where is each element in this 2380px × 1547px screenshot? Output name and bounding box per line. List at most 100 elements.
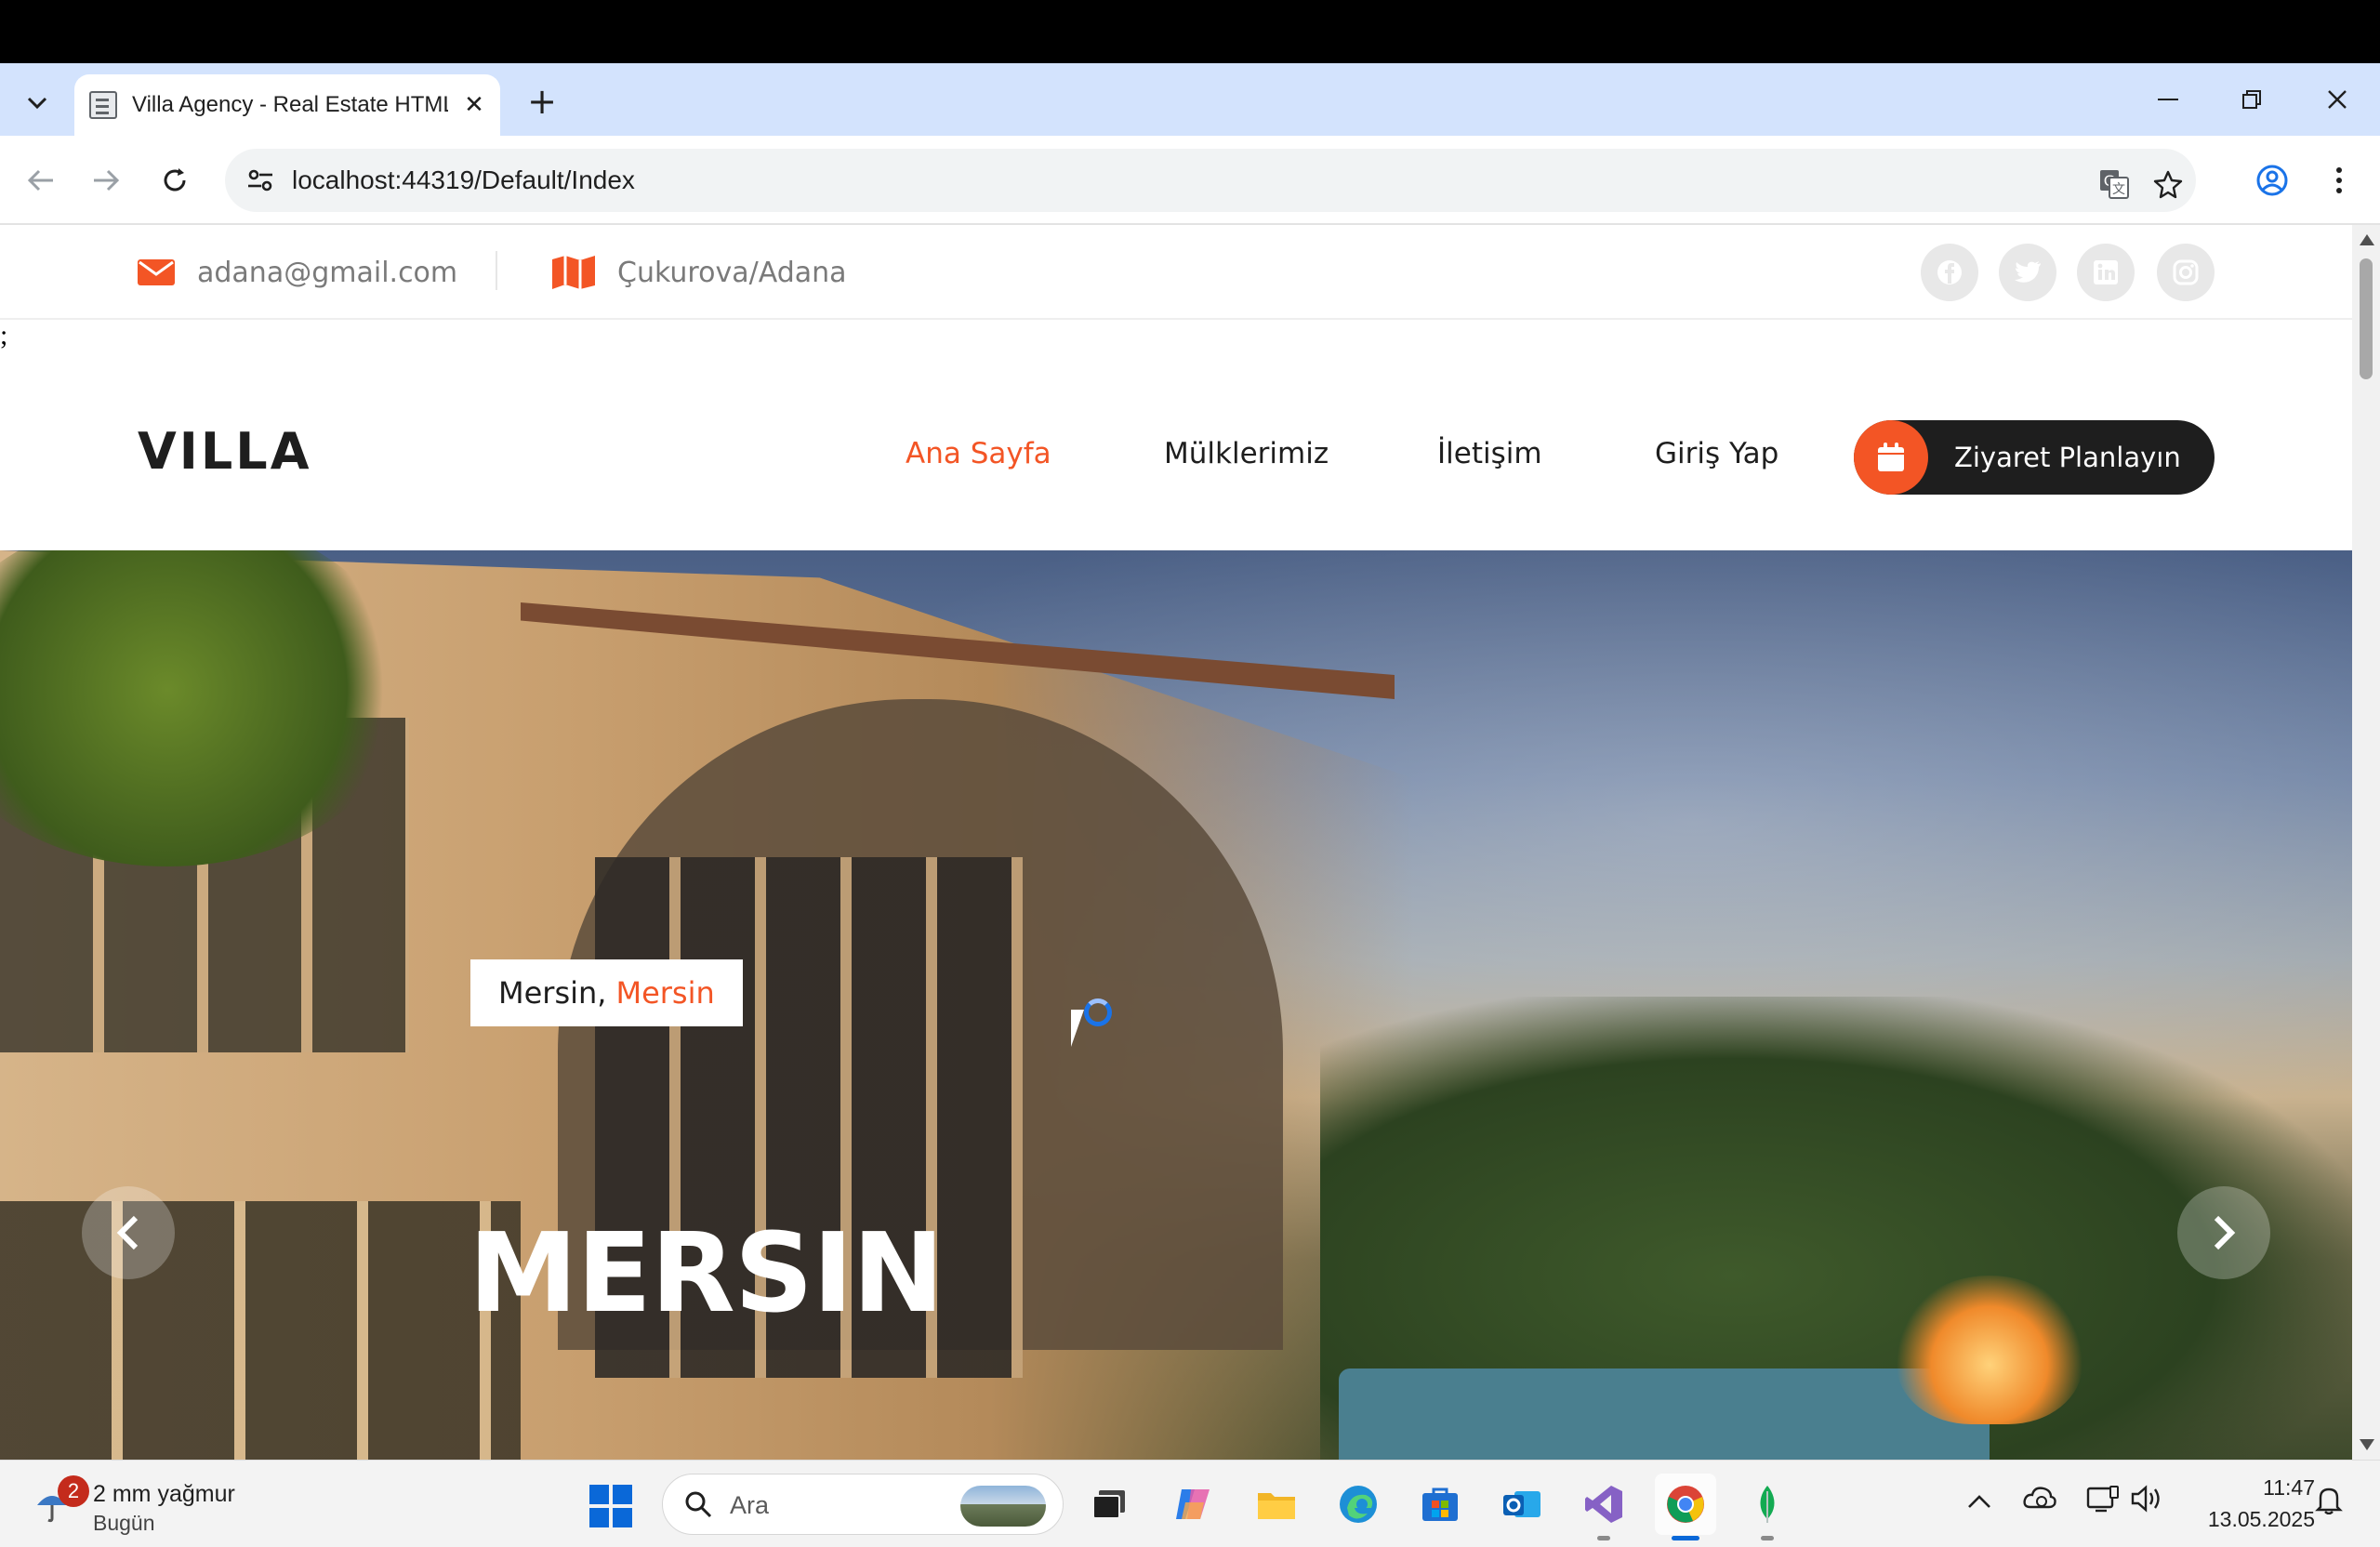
nav-login[interactable]: Giriş Yap: [1655, 437, 1778, 470]
visual-studio-icon: [1585, 1486, 1622, 1523]
weather-main: 2 mm yağmur: [93, 1481, 235, 1507]
chrome-icon: [1667, 1486, 1704, 1523]
scroll-down-icon[interactable]: [2360, 1439, 2374, 1450]
contact-email-text: adana@gmail.com: [197, 256, 458, 289]
bookmark-star-icon[interactable]: [2149, 165, 2187, 203]
search-highlight-image: [960, 1486, 1046, 1527]
schedule-visit-label: Ziyaret Planlayın: [1954, 442, 2181, 473]
map-icon: [552, 256, 595, 289]
page-favicon-icon: [89, 91, 117, 119]
menu-button[interactable]: [2315, 156, 2363, 205]
site-info-icon[interactable]: [244, 164, 277, 197]
folder-icon: [1258, 1493, 1295, 1519]
cloud-sync-icon[interactable]: [2023, 1485, 2056, 1517]
visual-studio-app[interactable]: [1573, 1474, 1634, 1540]
profile-icon: [2256, 165, 2288, 196]
reload-button[interactable]: [151, 156, 199, 205]
reload-icon: [164, 168, 186, 192]
scrollbar-thumb[interactable]: [2360, 258, 2373, 379]
outlook-icon: [1503, 1491, 1540, 1517]
clock-date: 13.05.2025: [2207, 1507, 2315, 1531]
close-icon: [2328, 90, 2347, 109]
slider-next-button[interactable]: [2177, 1186, 2270, 1279]
hero-badge-accent: Mersin: [615, 975, 715, 1011]
calendar-icon: [1854, 420, 1928, 495]
search-icon: [685, 1491, 712, 1518]
taskbar-running-indicator: [1597, 1536, 1610, 1540]
chevron-right-icon: [2214, 1215, 2236, 1250]
windows-logo-square: [613, 1485, 632, 1504]
windows-logo-icon: [589, 1485, 609, 1504]
windows-taskbar: 2 2 mm yağmur Bugün Ara 11:47 13.05.2025: [0, 1460, 2380, 1547]
windows-logo-square: [589, 1508, 609, 1527]
store-icon: [1422, 1488, 1458, 1521]
leaf-icon: [1760, 1486, 1775, 1523]
schedule-visit-button[interactable]: Ziyaret Planlayın: [1854, 420, 2215, 495]
copilot-icon: [1176, 1489, 1210, 1519]
twitter-icon[interactable]: [1999, 244, 2056, 301]
tray-overflow-icon[interactable]: [1967, 1485, 1991, 1515]
chevron-left-icon: [116, 1215, 139, 1250]
store-app[interactable]: [1409, 1474, 1471, 1535]
weather-widget[interactable]: 2 2 mm yağmur Bugün: [32, 1472, 311, 1537]
taskbar-search[interactable]: Ara: [662, 1474, 1064, 1535]
taskbar-active-indicator: [1672, 1536, 1699, 1540]
slider-prev-button[interactable]: [82, 1186, 175, 1279]
hero-location-badge: Mersin, Mersin: [470, 959, 743, 1026]
hero-lower-window-shape: [0, 1201, 521, 1460]
restore-button[interactable]: [2209, 63, 2294, 136]
minimize-icon: [2158, 99, 2178, 100]
arrow-right-icon: [94, 169, 120, 192]
file-explorer-app[interactable]: [1246, 1474, 1307, 1535]
start-button[interactable]: [589, 1485, 632, 1527]
contact-email[interactable]: adana@gmail.com: [138, 245, 457, 299]
tab-title: Villa Agency - Real Estate HTML: [132, 92, 448, 117]
notification-bell-icon[interactable]: [2315, 1485, 2343, 1521]
kebab-menu-icon: [2336, 167, 2342, 193]
chevron-down-icon: [27, 97, 47, 110]
top-black-bar: [0, 0, 2380, 63]
browser-tab-strip: Villa Agency - Real Estate HTML ✕ +: [0, 63, 2380, 136]
nav-properties[interactable]: Mülklerimiz: [1164, 437, 1329, 470]
envelope-icon: [138, 259, 175, 285]
hero-slider: [0, 550, 2352, 1460]
translate-icon[interactable]: G文: [2096, 165, 2133, 203]
minimize-button[interactable]: [2125, 63, 2211, 136]
search-label: Ara: [730, 1491, 770, 1519]
chrome-app[interactable]: [1655, 1474, 1716, 1540]
instagram-icon[interactable]: [2157, 244, 2215, 301]
browser-tab[interactable]: Villa Agency - Real Estate HTML ✕: [74, 74, 500, 136]
svg-text:文: 文: [2112, 182, 2125, 197]
page-scrollbar[interactable]: [2352, 225, 2380, 1460]
address-bar[interactable]: localhost:44319/Default/Index G文: [225, 149, 2196, 212]
site-logo[interactable]: VILLA: [138, 422, 312, 481]
taskbar-clock[interactable]: 11:47 13.05.2025: [2175, 1472, 2315, 1535]
linkedin-icon[interactable]: [2077, 244, 2135, 301]
forward-button[interactable]: [82, 156, 130, 205]
close-window-button[interactable]: [2294, 63, 2380, 136]
profile-button[interactable]: [2248, 156, 2296, 205]
back-button[interactable]: [17, 156, 65, 205]
new-tab-button[interactable]: +: [521, 80, 563, 123]
url-text[interactable]: localhost:44319/Default/Index: [292, 165, 635, 195]
copilot-app[interactable]: [1162, 1474, 1223, 1535]
weather-badge: 2: [58, 1475, 89, 1507]
mongodb-app[interactable]: [1737, 1474, 1798, 1540]
tab-close-icon[interactable]: ✕: [457, 91, 491, 119]
taskview-app[interactable]: [1078, 1474, 1140, 1535]
volume-icon[interactable]: [2131, 1485, 2164, 1519]
contact-location: Çukurova/Adana: [552, 245, 847, 299]
nav-home[interactable]: Ana Sayfa: [906, 437, 1051, 470]
nav-contact[interactable]: İletişim: [1437, 437, 1542, 470]
hero-pool-shape: [1339, 1368, 1990, 1460]
scroll-up-icon[interactable]: [2360, 234, 2374, 245]
page-viewport: adana@gmail.com Çukurova/Adana ; VILLA A…: [0, 225, 2352, 1460]
outlook-app[interactable]: [1491, 1474, 1553, 1535]
tab-search-button[interactable]: [13, 82, 61, 125]
edge-app[interactable]: [1328, 1474, 1389, 1535]
stray-text: ;: [0, 320, 8, 350]
hero-firepit-shape: [1897, 1276, 2082, 1424]
weather-sub: Bugün: [93, 1511, 155, 1535]
facebook-icon[interactable]: [1921, 244, 1978, 301]
network-icon[interactable]: [2086, 1485, 2120, 1519]
